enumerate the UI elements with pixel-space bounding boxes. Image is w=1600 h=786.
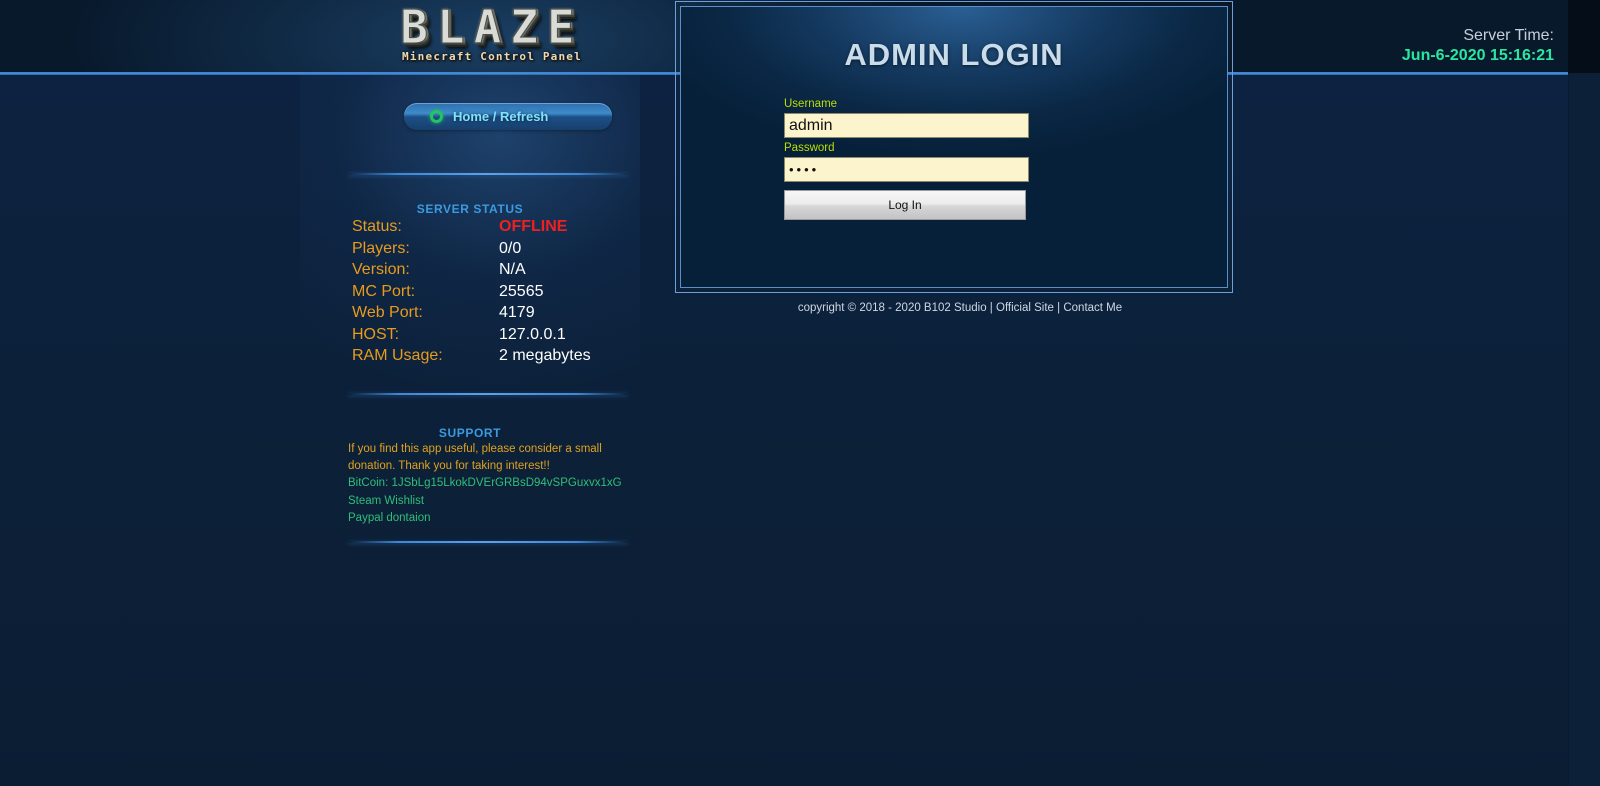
sidebar-divider-middle (348, 393, 628, 395)
admin-login-panel-inner: ADMIN LOGIN Username Password Log In (680, 6, 1228, 288)
footer-separator-2: | (1053, 302, 1064, 314)
username-input[interactable] (784, 113, 1029, 138)
brand-logo-subtitle: Minecraft Control Panel (402, 50, 582, 63)
admin-login-panel: ADMIN LOGIN Username Password Log In (675, 1, 1233, 293)
status-value: 0/0 (499, 239, 522, 257)
brand-logo-text: BLAZE (400, 0, 584, 54)
status-value: 2 megabytes (499, 347, 591, 364)
contact-me-link[interactable]: Contact Me (1063, 302, 1122, 314)
sidebar: Home / Refresh SERVER STATUS Status: OFF… (300, 75, 640, 555)
brand-logo[interactable]: BLAZE Minecraft Control Panel (352, 2, 632, 72)
support-title: SUPPORT (438, 426, 502, 440)
server-time-label: Server Time: (1463, 27, 1554, 44)
status-key: RAM Usage: (352, 347, 443, 364)
status-key: MC Port: (352, 282, 416, 300)
table-row: HOST: 127.0.0.1 (352, 326, 640, 348)
table-row: Version: N/A (352, 261, 640, 283)
status-key: Status: (352, 218, 402, 235)
password-input[interactable] (784, 157, 1029, 182)
bitcoin-address-link[interactable]: BitCoin: 1JSbLg15LkokDVErGRBsD94vSPGuxvx… (348, 475, 638, 493)
scrollbar-track[interactable] (1568, 0, 1600, 786)
footer-separator-1: | (986, 302, 996, 314)
sidebar-divider-top (348, 173, 628, 175)
page-title: ADMIN LOGIN (844, 37, 1064, 72)
table-row: RAM Usage: 2 megabytes (352, 347, 640, 369)
steam-wishlist-link[interactable]: Steam Wishlist (348, 493, 638, 511)
login-button[interactable]: Log In (784, 190, 1026, 220)
scrollbar-track-top (1568, 0, 1600, 73)
paypal-donation-link[interactable]: Paypal dontaion (348, 510, 638, 528)
sidebar-item-home-refresh[interactable]: Home / Refresh (404, 103, 612, 130)
server-status-title: SERVER STATUS (416, 202, 524, 216)
support-section: If you find this app useful, please cons… (348, 441, 638, 528)
status-value: N/A (499, 261, 526, 278)
status-key: Version: (352, 261, 410, 278)
status-key: Web Port: (352, 304, 423, 321)
table-row: Web Port: 4179 (352, 304, 640, 326)
app-window: BLAZE Minecraft Control Panel Server Tim… (0, 0, 1600, 786)
status-value: 127.0.0.1 (499, 325, 566, 343)
username-label: Username (784, 98, 838, 110)
server-status-list: Status: OFFLINE Players: 0/0 Version: N/… (352, 218, 640, 369)
status-value: 25565 (499, 282, 544, 300)
green-ring-icon (430, 110, 443, 123)
login-form: Username Password Log In (784, 97, 1034, 220)
support-note-line-1: If you find this app useful, please cons… (348, 443, 602, 455)
official-site-link[interactable]: Official Site (996, 302, 1054, 314)
support-note-line-2: donation. Thank you for taking interest!… (348, 460, 550, 472)
status-value: 4179 (499, 304, 535, 321)
table-row: MC Port: 25565 (352, 283, 640, 305)
sidebar-item-label: Home / Refresh (453, 109, 549, 124)
table-row: Status: OFFLINE (352, 218, 640, 240)
status-key: Players: (352, 239, 410, 257)
server-time-value: Jun-6-2020 15:16:21 (1401, 47, 1554, 64)
copyright-text: copyright © 2018 - 2020 B102 Studio (797, 302, 987, 314)
sidebar-divider-bottom (348, 541, 628, 543)
server-time: Server Time: Jun-6-2020 15:16:21 (1402, 26, 1554, 66)
status-key: HOST: (352, 325, 400, 343)
footer-copyright: copyright © 2018 - 2020 B102 Studio | Of… (675, 302, 1245, 314)
password-label: Password (784, 142, 835, 154)
status-badge: OFFLINE (499, 218, 568, 235)
table-row: Players: 0/0 (352, 240, 640, 262)
